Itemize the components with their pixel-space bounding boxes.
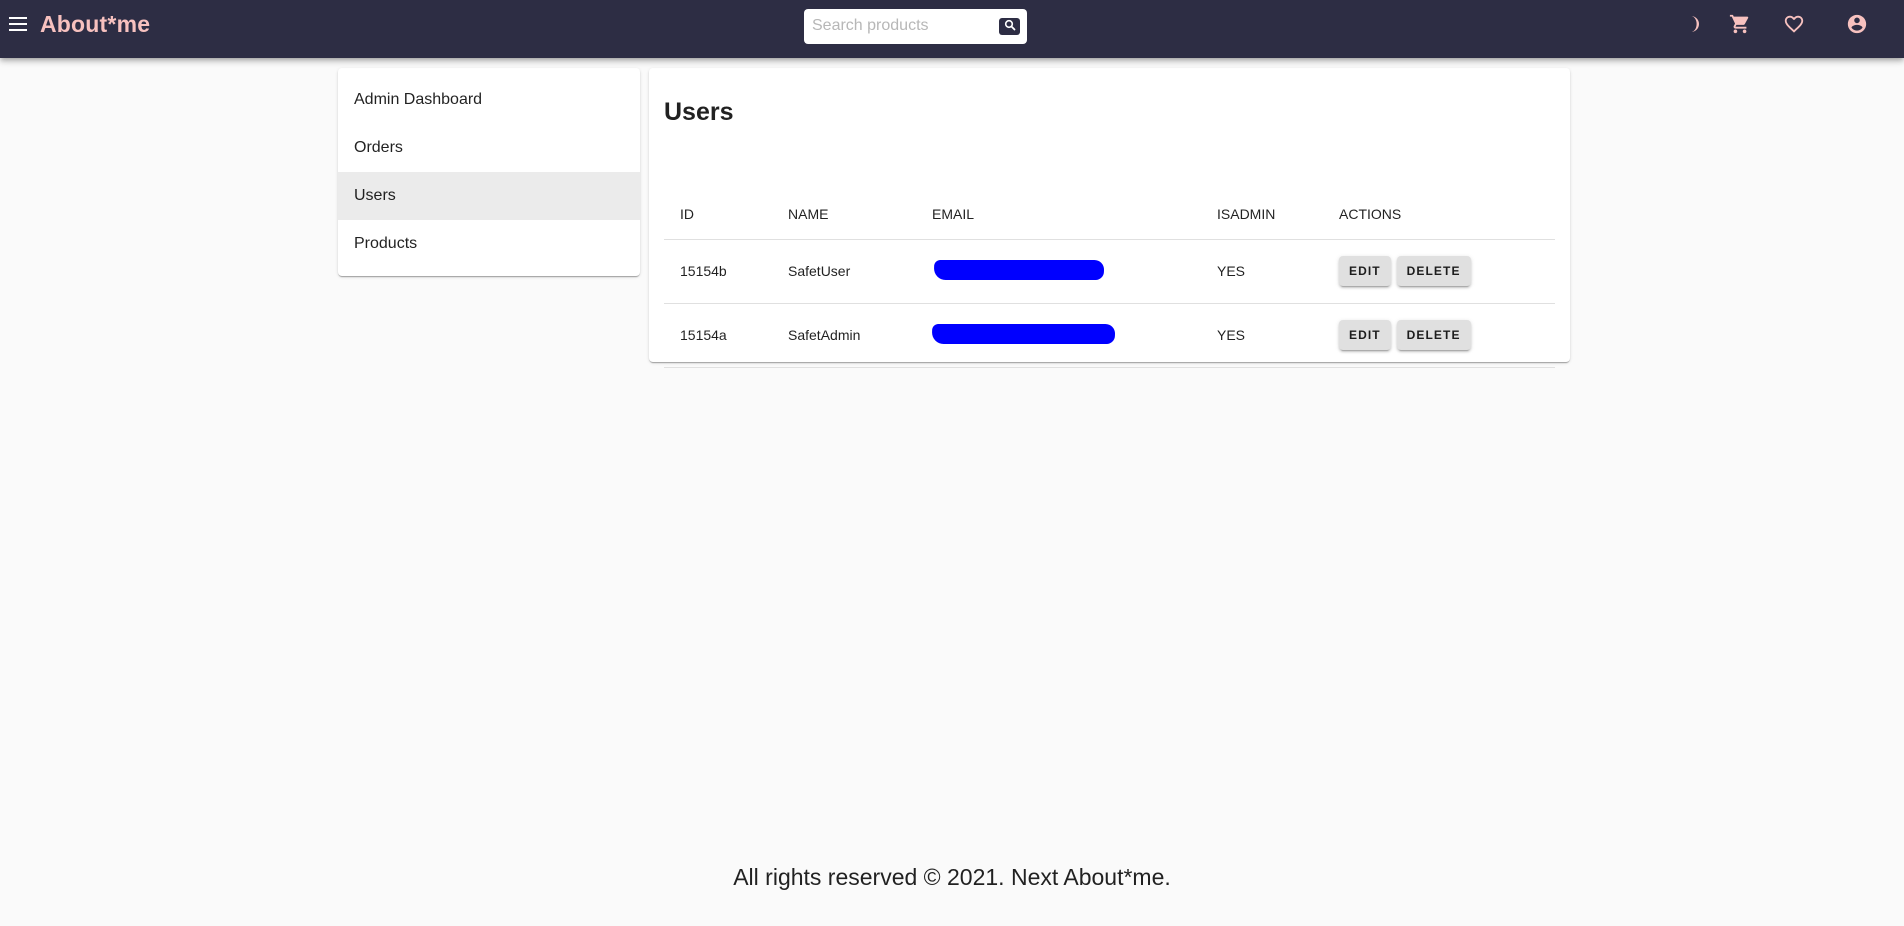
user-isadmin: YES <box>1201 303 1323 368</box>
table-header-row: ID NAME EMAIL ISADMIN ACTIONS <box>664 189 1555 240</box>
user-email <box>916 239 1201 304</box>
app-bar: About*me <box>0 0 1904 58</box>
sidebar-item-users[interactable]: Users <box>338 172 640 220</box>
sidebar-item-products[interactable]: Products <box>338 220 640 268</box>
wishlist-button[interactable] <box>1780 12 1808 40</box>
account-button[interactable] <box>1843 12 1871 40</box>
dark-mode-button[interactable] <box>1679 12 1707 40</box>
user-email <box>916 303 1201 368</box>
table-row: 15154a SafetAdmin YES EDIT DELETE <box>664 303 1555 368</box>
users-table: ID NAME EMAIL ISADMIN ACTIONS 15154b Saf… <box>664 189 1555 368</box>
user-isadmin: YES <box>1201 239 1323 304</box>
cart-button[interactable] <box>1726 12 1754 40</box>
menu-button[interactable] <box>4 12 32 40</box>
edit-button[interactable]: EDIT <box>1339 256 1391 286</box>
sidebar-item-admin-dashboard[interactable]: Admin Dashboard <box>338 76 640 124</box>
column-header-isadmin: ISADMIN <box>1201 189 1323 240</box>
user-name: SafetUser <box>772 239 916 304</box>
search-icon <box>1004 18 1016 36</box>
search-button[interactable] <box>999 18 1020 35</box>
column-header-email: EMAIL <box>916 189 1201 240</box>
table-row: 15154b SafetUser YES EDIT DELETE <box>664 239 1555 304</box>
column-header-actions: ACTIONS <box>1323 189 1555 240</box>
user-name: SafetAdmin <box>772 303 916 368</box>
search-box <box>804 9 1027 44</box>
cart-icon <box>1729 13 1751 40</box>
menu-icon <box>8 16 28 37</box>
edit-button[interactable]: EDIT <box>1339 320 1391 350</box>
dark-mode-icon <box>1683 14 1703 39</box>
page-title: Users <box>664 98 734 126</box>
admin-sidebar: Admin Dashboard Orders Users Products <box>338 68 640 276</box>
users-card: Users ID NAME EMAIL ISADMIN ACTIONS 1515… <box>649 68 1570 368</box>
user-id: 15154a <box>664 303 772 368</box>
user-actions: EDIT DELETE <box>1323 239 1555 304</box>
search-input[interactable] <box>810 15 990 37</box>
user-id: 15154b <box>664 239 772 304</box>
footer-text: All rights reserved © 2021. Next About*m… <box>733 864 1171 890</box>
sidebar-item-orders[interactable]: Orders <box>338 124 640 172</box>
email-redaction <box>933 259 1105 280</box>
email-redaction <box>931 323 1116 344</box>
brand-logo[interactable]: About*me <box>40 11 150 38</box>
heart-icon <box>1783 13 1805 40</box>
column-header-id: ID <box>664 189 772 240</box>
column-header-name: NAME <box>772 189 916 240</box>
delete-button[interactable]: DELETE <box>1396 320 1471 350</box>
user-actions: EDIT DELETE <box>1323 303 1555 368</box>
delete-button[interactable]: DELETE <box>1396 256 1471 286</box>
account-icon <box>1846 13 1868 40</box>
